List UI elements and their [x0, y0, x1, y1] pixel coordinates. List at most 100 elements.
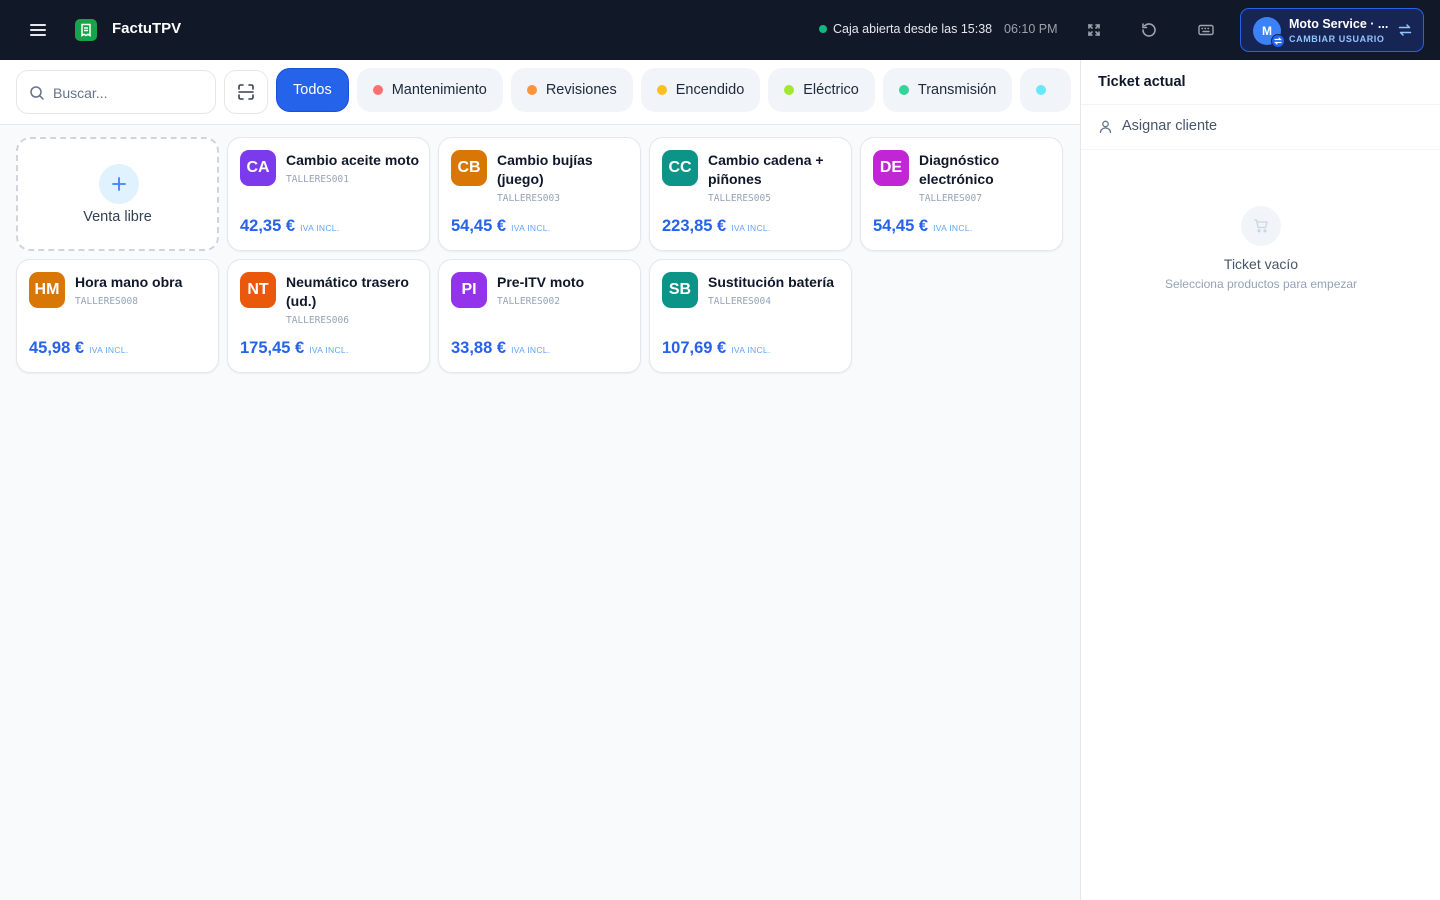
product-ref: TALLERES001 [286, 174, 349, 185]
app-title: FactuTPV [112, 20, 182, 37]
product-card[interactable]: PI Pre-ITV moto TALLERES002 33,88 € IVA INCL… [438, 259, 641, 373]
search-icon [30, 86, 44, 100]
divider [1081, 149, 1440, 150]
category-color-dot [372, 85, 383, 95]
category-chip-label: Transmisión [917, 82, 997, 98]
avatar-initial: M [1262, 24, 1272, 38]
product-price-value: 54,45 € [873, 217, 929, 235]
product-ref: TALLERES003 [497, 193, 560, 204]
status-text: Caja abierta desde las 15:38 [833, 22, 993, 36]
product-initials-badge: SB [662, 272, 698, 308]
product-name: Neumático trasero (ud.) [286, 274, 409, 309]
product-name: Diagnóstico electrónico [919, 152, 1000, 187]
product-initials-badge: PI [451, 272, 487, 308]
product-price-value: 107,69 € [662, 339, 727, 357]
free-sale-label: Venta libre [83, 209, 152, 225]
product-card[interactable]: CA Cambio aceite moto TALLERES001 42,35 € IV… [227, 137, 430, 251]
product-initials-badge: CC [662, 150, 698, 186]
product-tax-label: IVA INCL. [731, 223, 771, 233]
category-chips: Todos Mantenimiento Revisiones Encendido Elé… [276, 68, 1072, 112]
swap-icon [1398, 24, 1412, 36]
category-chip[interactable]: Transmisión [882, 68, 1013, 112]
product-card[interactable]: CC Cambio cadena + piñones TALLERES005 223,… [649, 137, 852, 251]
assign-customer-label: Asignar cliente [1122, 118, 1218, 134]
category-color-dot [1036, 85, 1047, 95]
free-sale-card[interactable]: Venta libre [16, 137, 219, 251]
product-tax-label: IVA INCL. [933, 223, 973, 233]
category-chip-label: Encendido [675, 82, 745, 98]
search-box [16, 70, 216, 114]
plus-icon [112, 177, 126, 191]
plus-icon-wrap [99, 164, 139, 204]
product-ref: TALLERES006 [286, 315, 349, 326]
category-chip[interactable]: Mantenimiento [356, 68, 503, 112]
empty-ticket-subtitle: Selecciona productos para empezar [1164, 277, 1358, 291]
keyboard-icon [1198, 24, 1214, 36]
category-chip[interactable]: Encendido [640, 68, 761, 112]
product-initials-badge: CB [451, 150, 487, 186]
refresh-button[interactable] [1137, 18, 1161, 42]
empty-cart-badge [1241, 206, 1281, 246]
scan-icon [238, 84, 254, 100]
product-name: Cambio cadena + piñones [708, 152, 824, 187]
product-initials-badge: NT [240, 272, 276, 308]
product-card[interactable]: HM Hora mano obra TALLERES008 45,98 € IVA IN… [16, 259, 219, 373]
cash-status: Caja abierta desde las 15:38 [819, 22, 992, 36]
keyboard-button[interactable] [1194, 18, 1218, 42]
category-chip[interactable] [1020, 68, 1072, 112]
product-ref: TALLERES008 [75, 296, 138, 307]
refresh-icon [1142, 23, 1156, 37]
top-bar: FactuTPV Caja abierta desde las 15:38 06… [0, 0, 1440, 60]
receipt-logo-icon [81, 23, 91, 37]
product-tax-label: IVA INCL. [511, 345, 551, 355]
scan-button[interactable] [224, 70, 268, 114]
product-name: Pre-ITV moto [497, 274, 585, 290]
category-chip[interactable]: Todos [276, 68, 349, 112]
product-price-value: 42,35 € [240, 217, 296, 235]
product-initials-badge: DE [873, 150, 909, 186]
product-card[interactable]: SB Sustitución batería TALLERES004 107,69 €… [649, 259, 852, 373]
product-card[interactable]: DE Diagnóstico electrónico TALLERES007 54,4… [860, 137, 1063, 251]
product-name: Hora mano obra [75, 274, 183, 290]
product-price: 223,85 € IVA INCL. [662, 217, 771, 236]
product-ref: TALLERES005 [708, 193, 771, 204]
category-color-dot [526, 85, 537, 95]
product-price: 45,98 € IVA INCL. [29, 339, 128, 358]
product-ref: TALLERES004 [708, 296, 771, 307]
product-price: 33,88 € IVA INCL. [451, 339, 550, 358]
product-card[interactable]: NT Neumático trasero (ud.) TALLERES006 175,… [227, 259, 430, 373]
swap-mini-icon [1271, 34, 1285, 48]
category-color-dot [898, 85, 909, 95]
product-ref: TALLERES007 [919, 193, 982, 204]
category-chip[interactable]: Revisiones [510, 68, 633, 112]
product-tax-label: IVA INCL. [511, 223, 551, 233]
menu-button[interactable] [24, 18, 52, 42]
user-switch-button[interactable]: M Moto Service · ... CAMBIAR USUARIO [1240, 8, 1424, 52]
assign-customer-button[interactable]: Asignar cliente [1098, 118, 1217, 134]
app-logo [75, 19, 97, 41]
product-tax-label: IVA INCL. [89, 345, 129, 355]
product-initials-badge: HM [29, 272, 65, 308]
category-chip[interactable]: Eléctrico [768, 68, 875, 112]
category-color-dot [656, 85, 667, 95]
product-name: Sustitución batería [708, 274, 835, 290]
product-ref: TALLERES002 [497, 296, 560, 307]
search-input[interactable] [53, 81, 203, 105]
product-card[interactable]: CB Cambio bujías (juego) TALLERES003 54,45 … [438, 137, 641, 251]
fullscreen-button[interactable] [1082, 18, 1106, 42]
product-price-value: 45,98 € [29, 339, 85, 357]
divider [1081, 104, 1440, 105]
product-tax-label: IVA INCL. [309, 345, 349, 355]
product-price: 175,45 € IVA INCL. [240, 339, 349, 358]
avatar: M [1253, 17, 1285, 48]
user-name: Moto Service · ... [1289, 17, 1389, 31]
menu-icon [30, 24, 46, 36]
filter-bar: Todos Mantenimiento Revisiones Encendido Elé… [0, 60, 1080, 125]
product-price: 54,45 € IVA INCL. [451, 217, 550, 236]
product-tax-label: IVA INCL. [300, 223, 340, 233]
product-name: Cambio aceite moto [286, 152, 420, 168]
product-price-value: 175,45 € [240, 339, 305, 357]
fullscreen-icon [1088, 24, 1100, 36]
product-tax-label: IVA INCL. [731, 345, 771, 355]
change-user-label: CAMBIAR USUARIO [1289, 34, 1385, 44]
